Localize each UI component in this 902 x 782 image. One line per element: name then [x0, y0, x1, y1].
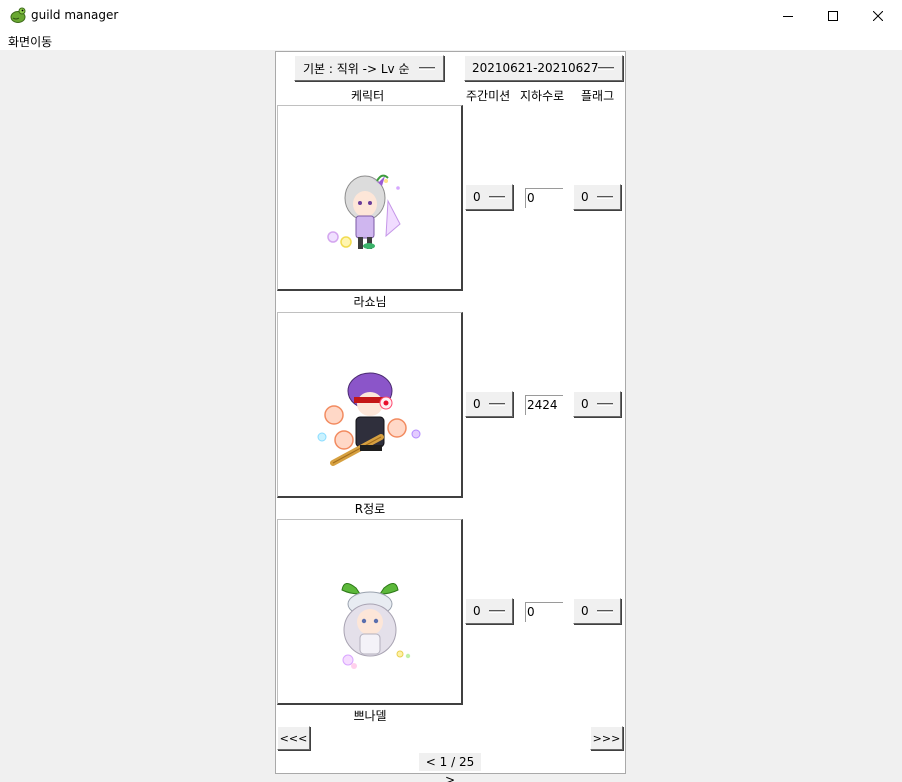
flag-value: 0 — [581, 397, 589, 411]
dropdown-indicator-icon — [489, 403, 505, 406]
character-portrait — [277, 105, 463, 291]
week-range-select[interactable]: 20210621-20210627 — [464, 55, 623, 81]
character-portrait — [277, 312, 463, 498]
maximize-button[interactable] — [810, 0, 856, 31]
weekly-mission-select[interactable]: 0 — [465, 598, 513, 624]
sort-order-value: 기본 : 직위 -> Lv 순 — [303, 61, 410, 76]
title-bar: guild manager — [0, 0, 902, 31]
menu-bar: 화면이동 — [0, 31, 902, 50]
weekly-mission-select[interactable]: 0 — [465, 184, 513, 210]
underground-waterway-input[interactable]: 2424 — [525, 395, 563, 415]
character-name: 쁘나델 — [353, 709, 387, 723]
flag-select[interactable]: 0 — [573, 184, 621, 210]
character-portrait — [277, 519, 463, 705]
flag-value: 0 — [581, 190, 589, 204]
page-indicator: < 1 / 25 > — [419, 753, 481, 782]
minimize-icon — [783, 15, 793, 17]
character-avatar-image — [341, 583, 411, 669]
character-avatar-image — [327, 174, 401, 249]
flag-select[interactable]: 0 — [573, 391, 621, 417]
underground-waterway-input[interactable]: 0 — [525, 188, 563, 208]
previous-page-button[interactable]: <<< — [277, 726, 310, 750]
window-title: guild manager — [31, 8, 119, 22]
character-name: R정로 — [354, 502, 386, 516]
character-name: 라쇼님 — [353, 295, 387, 309]
weekly-mission-select[interactable]: 0 — [465, 391, 513, 417]
flag-select[interactable]: 0 — [573, 598, 621, 624]
dropdown-indicator-icon — [597, 403, 613, 406]
menu-screen-move[interactable]: 화면이동 — [8, 33, 52, 50]
dropdown-indicator-icon — [419, 67, 435, 70]
weekly-mission-value: 0 — [473, 397, 481, 411]
column-header-flag: 플래그 — [581, 89, 615, 103]
close-button[interactable] — [855, 0, 901, 31]
sort-order-select[interactable]: 기본 : 직위 -> Lv 순 — [294, 55, 444, 81]
frog-icon — [10, 7, 26, 23]
flag-value: 0 — [581, 604, 589, 618]
dropdown-indicator-icon — [489, 196, 505, 199]
dropdown-indicator-icon — [489, 610, 505, 613]
weekly-mission-value: 0 — [473, 190, 481, 204]
weekly-mission-value: 0 — [473, 604, 481, 618]
column-header-underground-waterway: 지하수로 — [520, 89, 565, 103]
week-range-value: 20210621-20210627 — [472, 61, 599, 75]
next-page-button[interactable]: >>> — [590, 726, 623, 750]
dropdown-indicator-icon — [597, 196, 613, 199]
dropdown-indicator-icon — [597, 610, 613, 613]
column-header-character: 케릭터 — [351, 89, 385, 103]
close-icon — [873, 10, 883, 21]
dropdown-indicator-icon — [598, 67, 614, 70]
maximize-icon — [828, 10, 838, 21]
minimize-button[interactable] — [765, 0, 811, 31]
underground-waterway-input[interactable]: 0 — [525, 602, 563, 622]
column-header-weekly-mission: 주간미션 — [466, 89, 511, 103]
character-avatar-image — [317, 372, 421, 466]
